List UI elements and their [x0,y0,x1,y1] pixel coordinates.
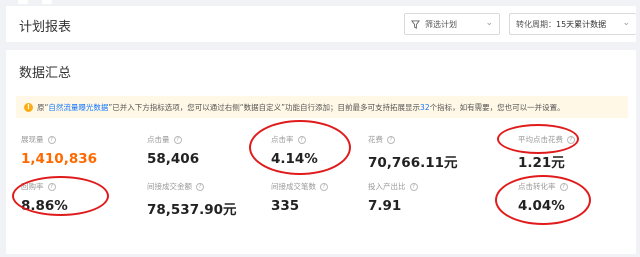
metric-value: 8.86% [21,198,68,214]
data-summary-card: 数据汇总 ! 原“ 自然流量曝光数据 ”已并入下方指标选项，您可以通过右侧“数据… [6,50,636,254]
period-prefix: 转化周期： [516,19,556,29]
metric-value: 335 [271,198,300,214]
metric-value: 7.91 [368,198,402,214]
notice-prefix: 原“ [37,102,49,112]
metric-avg-cpc[interactable]: 平均点击花费? 1.21元 [518,134,628,171]
help-icon[interactable]: ? [47,182,56,191]
warning-icon: ! [24,102,33,112]
notice-link[interactable]: 自然流量曝光数据 [48,102,108,113]
metric-ctr[interactable]: 点击率? 4.14% [271,134,381,167]
metric-label: 投入产出比 [368,182,406,191]
report-header-card: 计划报表 筛选计划 ⌄ 转化周期： 15天累计数据 ⌄ [6,6,636,42]
chevron-down-icon: ⌄ [622,18,630,28]
metric-value: 1.21元 [518,155,565,171]
notice-middle: ”已并入下方指标选项，您可以通过右侧“数据自定义”功能自行添加；目前最多可支持拓… [108,102,421,112]
metric-value: 78,537.90元 [147,202,237,218]
notice-count: 32 [420,102,430,112]
help-icon[interactable]: ? [409,182,418,191]
metric-cost[interactable]: 花费? 70,766.11元 [368,134,478,171]
help-icon[interactable]: ? [567,135,575,144]
metric-value: 1,410,836 [21,151,98,167]
help-icon[interactable]: ? [196,182,204,191]
period-value: 15天累计数据 [556,19,607,29]
metric-label: 点击转化率 [518,182,556,191]
metric-clicks[interactable]: 点击量? 58,406 [147,134,257,167]
metric-label: 间接成交笔数 [271,182,316,191]
metric-label: 点击率 [271,135,294,144]
metric-value: 70,766.11元 [368,155,458,171]
metric-click-conversion[interactable]: 点击转化率? 4.04% [518,181,628,214]
metric-label: 间接成交金额 [147,182,192,191]
notice-suffix: 个指标，如有需要，您也可以一并设置。 [429,102,565,112]
help-icon[interactable]: ? [47,135,56,144]
metric-indirect-orders[interactable]: 间接成交笔数? 335 [271,181,381,214]
metric-repurchase-rate[interactable]: 回购率? 8.86% [21,181,131,214]
metric-value: 4.04% [518,198,565,214]
help-icon[interactable]: ? [297,135,306,144]
help-icon[interactable]: ? [387,135,395,144]
metric-label: 点击量 [147,135,170,144]
filter-icon [411,19,420,29]
metric-impressions[interactable]: 展现量? 1,410,836 [21,134,131,167]
metric-label: 展现量 [21,135,44,144]
filter-plan-label: 筛选计划 [425,19,457,29]
metric-label: 平均点击花费 [518,135,563,144]
metric-indirect-gmv[interactable]: 间接成交金额? 78,537.90元 [147,181,257,218]
chevron-down-icon: ⌄ [485,18,493,28]
help-icon[interactable]: ? [173,135,182,144]
top-tab-marker [42,0,52,4]
section-title: 数据汇总 [19,66,72,81]
metric-roi[interactable]: 投入产出比? 7.91 [368,181,478,214]
metric-label: 花费 [368,135,383,144]
metric-value: 4.14% [271,151,318,167]
help-icon[interactable]: ? [559,182,568,191]
metric-label: 回购率 [21,182,44,191]
notice-banner: ! 原“ 自然流量曝光数据 ”已并入下方指标选项，您可以通过右侧“数据自定义”功… [16,96,628,118]
top-tab-marker [18,0,28,4]
conversion-period-select[interactable]: 转化周期： 15天累计数据 ⌄ [509,13,636,35]
metric-value: 58,406 [147,151,200,167]
filter-plan-dropdown[interactable]: 筛选计划 ⌄ [404,13,500,35]
help-icon[interactable]: ? [320,182,328,191]
page-title: 计划报表 [19,20,72,35]
